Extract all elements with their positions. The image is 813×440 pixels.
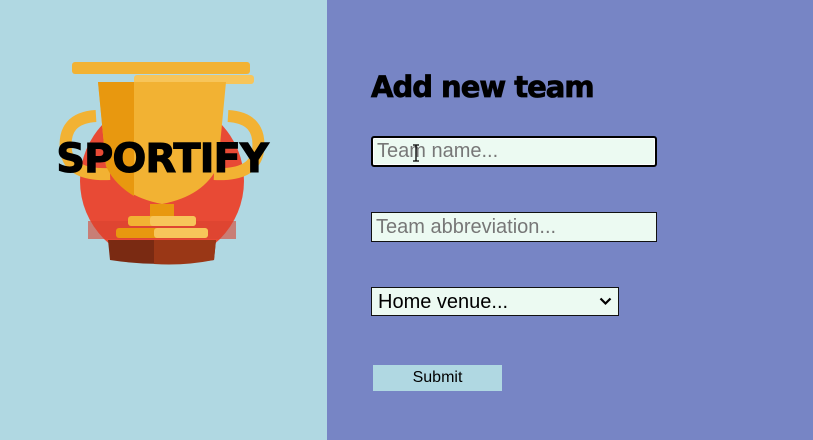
left-panel: SPORTIFY bbox=[0, 0, 327, 440]
sportify-logo: SPORTIFY bbox=[54, 56, 270, 266]
text-cursor-icon bbox=[413, 144, 419, 162]
submit-button[interactable]: Submit bbox=[373, 365, 502, 391]
chevron-down-icon bbox=[599, 297, 612, 306]
logo-text: SPORTIFY bbox=[56, 136, 270, 183]
form-title: Add new team bbox=[371, 70, 595, 105]
team-abbreviation-input[interactable] bbox=[371, 212, 657, 242]
home-venue-select[interactable]: Home venue... bbox=[371, 287, 619, 316]
home-venue-selected-value: Home venue... bbox=[378, 291, 509, 313]
